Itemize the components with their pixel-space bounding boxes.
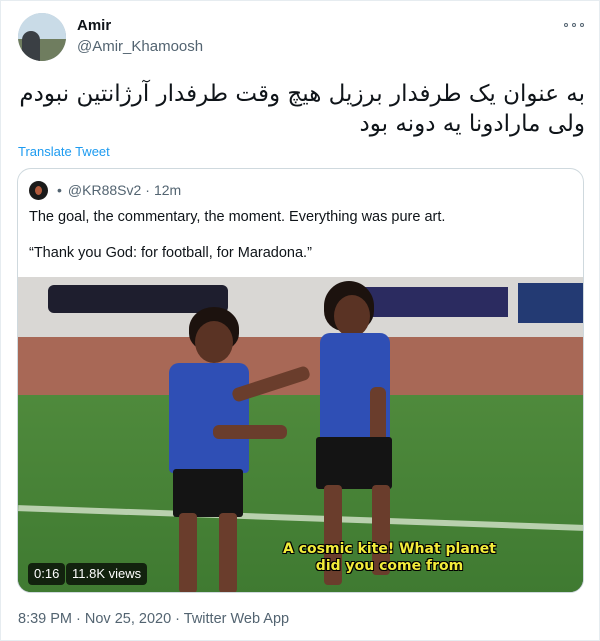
video-caption-line-1: A cosmic kite! What planet (283, 541, 496, 557)
video-views-badge: 11.8K views (66, 563, 148, 585)
tweet-text: به عنوان یک طرفدار برزیل هیچ وقت طرفدار … (19, 79, 585, 139)
quoted-text-line-2: “Thank you God: for football, for Marado… (29, 245, 312, 261)
user-name[interactable]: Amir (77, 17, 111, 34)
video-duration-badge: 0:16 (28, 563, 66, 585)
quoted-handle[interactable]: @KR88Sv2 (68, 182, 141, 198)
user-handle[interactable]: @Amir_Khamoosh (77, 38, 203, 55)
quoted-tweet-header: • @KR88Sv2 · 12m (29, 180, 181, 200)
translate-tweet-link[interactable]: Translate Tweet (18, 144, 110, 159)
video-caption-line-2: did you come from (315, 558, 464, 574)
video-player[interactable]: A cosmic kite! What planet did you come … (18, 277, 583, 592)
quoted-time[interactable]: 12m (154, 182, 181, 198)
quoted-text-line-1: The goal, the commentary, the moment. Ev… (29, 209, 446, 225)
quoted-tweet[interactable]: • @KR88Sv2 · 12m The goal, the commentar… (17, 168, 584, 593)
quoted-dot: • (57, 182, 62, 198)
avatar[interactable] (18, 13, 66, 61)
tweet-card: Amir @Amir_Khamoosh به عنوان یک طرفدار ب… (0, 0, 600, 641)
tweet-text-line-1: به عنوان یک طرفدار برزیل هیچ وقت طرفدار … (19, 81, 585, 107)
quoted-avatar[interactable] (29, 180, 48, 200)
tweet-text-line-2: ولی مارادونا یه دونه بود (359, 111, 585, 137)
more-icon[interactable] (564, 19, 584, 31)
tweet-header: Amir @Amir_Khamoosh (18, 13, 588, 63)
quoted-separator: · (145, 182, 150, 198)
tweet-metadata[interactable]: 8:39 PM · Nov 25, 2020 · Twitter Web App (18, 611, 289, 627)
